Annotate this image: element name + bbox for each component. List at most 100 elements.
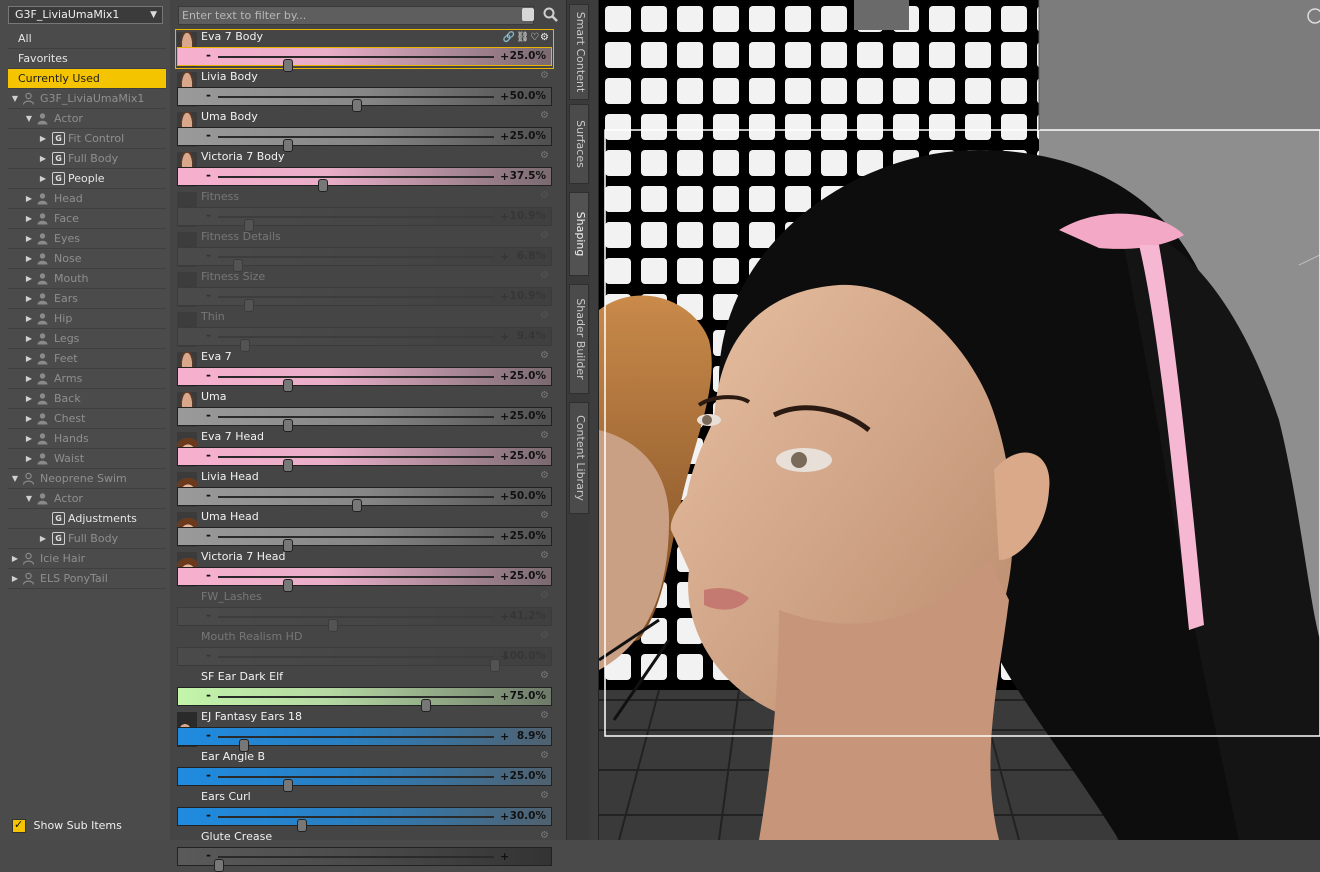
collapsed-arrow-icon[interactable]: ▶ (10, 549, 20, 569)
morph-slider-row[interactable]: Eva 7 Head ⚙ - +25.0% (175, 429, 554, 472)
morph-slider-row[interactable]: EJ Fantasy Ears 18 ⚙ - +8.9% (175, 709, 554, 752)
slider-bar[interactable]: - +30.0% (177, 807, 552, 832)
panel-splitter[interactable] (590, 0, 599, 840)
decrement-button[interactable]: - (206, 768, 211, 783)
slider-bar[interactable]: - + (177, 847, 552, 872)
tree-item-feet[interactable]: ▶ Feet (8, 349, 166, 369)
slider-bar[interactable]: - +25.0% (177, 447, 552, 472)
tab-shaping[interactable]: Shaping (569, 192, 589, 276)
collapsed-arrow-icon[interactable]: ▶ (24, 269, 34, 289)
gear-icon[interactable]: ⚙ (540, 311, 550, 321)
slider-track[interactable] (218, 136, 494, 152)
gear-icon[interactable]: ⚙ (540, 71, 550, 81)
gear-icon[interactable]: ⚙ (540, 551, 550, 561)
slider-track[interactable] (218, 616, 494, 632)
morph-slider-row[interactable]: Victoria 7 Head ⚙ - +25.0% (175, 549, 554, 592)
slider-value[interactable]: 37.5% (510, 168, 546, 185)
slider-bar[interactable]: - +75.0% (177, 687, 552, 712)
decrement-button[interactable]: - (206, 48, 211, 63)
gear-icon[interactable]: ⚙ (540, 351, 550, 361)
slider-bar[interactable]: - +37.5% (177, 167, 552, 192)
increment-button[interactable]: + (500, 448, 509, 465)
slider-bar[interactable]: - +25.0% (177, 127, 552, 152)
collapsed-arrow-icon[interactable]: ▶ (24, 409, 34, 429)
increment-button[interactable]: + (500, 288, 509, 305)
gear-icon[interactable]: ⚙ (540, 791, 550, 801)
slider-track[interactable] (218, 176, 494, 192)
slider-bar[interactable]: - +25.0% (177, 367, 552, 392)
expanded-arrow-icon[interactable]: ▼ (24, 109, 34, 129)
tree-item-arms[interactable]: ▶ Arms (8, 369, 166, 389)
collapsed-arrow-icon[interactable]: ▶ (38, 129, 48, 149)
collapsed-arrow-icon[interactable]: ▶ (24, 449, 34, 469)
slider-knob[interactable] (214, 859, 224, 872)
slider-track[interactable] (218, 296, 494, 312)
tree-item-fit-control[interactable]: ▶ G Fit Control (8, 129, 166, 149)
slider-bar[interactable]: - +10.9% (177, 207, 552, 232)
increment-button[interactable]: + (500, 208, 509, 225)
slider-track[interactable] (218, 416, 494, 432)
slider-value[interactable]: 41.2% (510, 608, 546, 625)
gear-icon[interactable]: ⚙ (540, 32, 550, 43)
gear-icon[interactable]: ⚙ (540, 591, 550, 601)
tab-shader-builder[interactable]: Shader Builder (569, 284, 589, 394)
collapsed-arrow-icon[interactable]: ▶ (24, 329, 34, 349)
slider-track[interactable] (218, 496, 494, 512)
gear-icon[interactable]: ⚙ (540, 271, 550, 281)
tab-content-library[interactable]: Content Library (569, 402, 589, 514)
morph-slider-row[interactable]: Uma Body ⚙ - +25.0% (175, 109, 554, 152)
morph-slider-row[interactable]: Victoria 7 Body ⚙ - +37.5% (175, 149, 554, 192)
collapsed-arrow-icon[interactable]: ▶ (24, 389, 34, 409)
tree-item-favorites[interactable]: Favorites (8, 49, 166, 69)
decrement-button[interactable]: - (206, 128, 211, 143)
increment-button[interactable]: + (500, 368, 509, 385)
tree-item-nose[interactable]: ▶ Nose (8, 249, 166, 269)
slider-bar[interactable]: - +25.0% (177, 407, 552, 432)
slider-value[interactable]: 25.0% (510, 128, 546, 145)
slider-bar[interactable]: - +8.9% (177, 727, 552, 752)
morph-slider-row[interactable]: Uma ⚙ - +25.0% (175, 389, 554, 432)
slider-value[interactable]: 25.0% (510, 368, 546, 385)
slider-track[interactable] (218, 576, 494, 592)
morph-slider-row[interactable]: Fitness Size ⚙ - +10.9% (175, 269, 554, 312)
slider-bar[interactable]: - +10.9% (177, 287, 552, 312)
tree-item-actor[interactable]: ▼ Actor (8, 109, 166, 129)
slider-bar[interactable]: - +50.0% (177, 487, 552, 512)
slider-value[interactable]: 6.8% (517, 248, 546, 265)
tree-item-actor[interactable]: ▼ Actor (8, 489, 166, 509)
decrement-button[interactable]: - (206, 808, 211, 823)
increment-button[interactable]: + (500, 328, 509, 345)
increment-button[interactable]: + (500, 488, 509, 505)
increment-button[interactable]: + (500, 528, 509, 545)
slider-track[interactable] (218, 816, 494, 832)
decrement-button[interactable]: - (206, 608, 211, 623)
decrement-button[interactable]: - (206, 168, 211, 183)
morph-slider-row[interactable]: FW_Lashes ⚙ - +41.2% (175, 589, 554, 632)
morph-slider-row[interactable]: Glute Crease ⚙ - + (175, 829, 554, 872)
increment-button[interactable]: + (500, 688, 509, 705)
slider-bar[interactable]: - +50.0% (177, 87, 552, 112)
slider-value[interactable]: 25.0% (510, 448, 546, 465)
tree-item-full-body[interactable]: ▶ G Full Body (8, 149, 166, 169)
increment-button[interactable]: + (500, 728, 509, 745)
decrement-button[interactable]: - (206, 688, 211, 703)
tree-item-all[interactable]: All (8, 29, 166, 49)
slider-value[interactable]: 25.0% (510, 768, 546, 785)
clear-filter-icon[interactable] (522, 8, 534, 21)
slider-track[interactable] (218, 656, 500, 672)
gear-icon[interactable]: ⚙ (540, 671, 550, 681)
favorite-heart-icon[interactable]: ♡ (530, 32, 540, 43)
slider-track[interactable] (218, 56, 494, 72)
morph-slider-row[interactable]: Ears Curl ⚙ - +30.0% (175, 789, 554, 832)
tree-item-hands[interactable]: ▶ Hands (8, 429, 166, 449)
collapsed-arrow-icon[interactable]: ▶ (24, 249, 34, 269)
tree-item-icie-hair[interactable]: ▶ Icie Hair (8, 549, 166, 569)
slider-bar[interactable]: - +25.0% (177, 47, 552, 72)
slider-value[interactable]: 30.0% (510, 808, 546, 825)
morph-slider-row[interactable]: Livia Body ⚙ - +50.0% (175, 69, 554, 112)
expanded-arrow-icon[interactable]: ▼ (10, 469, 20, 489)
slider-bar[interactable]: - +9.4% (177, 327, 552, 352)
tree-item-back[interactable]: ▶ Back (8, 389, 166, 409)
increment-button[interactable]: + (500, 848, 509, 865)
expanded-arrow-icon[interactable]: ▼ (10, 89, 20, 109)
